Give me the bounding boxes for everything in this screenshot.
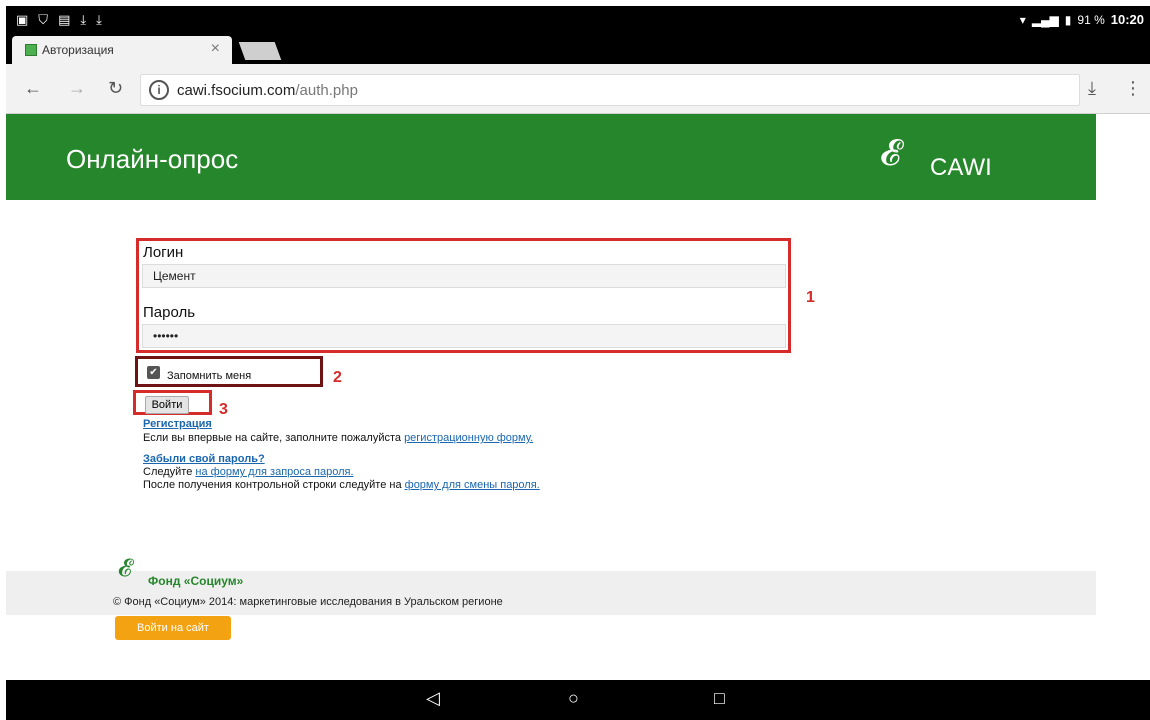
image-icon: ▤	[58, 12, 71, 27]
favicon-icon	[25, 44, 37, 56]
tab-title: Авторизация	[42, 43, 114, 57]
address-bar[interactable]: i cawi.fsocium.com/auth.php	[140, 74, 1080, 106]
annotation-number-2: 2	[333, 369, 342, 386]
navigation-bar: ◁ ○ □	[6, 680, 1150, 720]
annotation-number-3: 3	[219, 401, 228, 418]
info-icon[interactable]: i	[149, 80, 169, 100]
password-change-link[interactable]: форму для смены пароля.	[405, 479, 540, 491]
url-text[interactable]: cawi.fsocium.com/auth.php	[177, 82, 358, 99]
org-name: Фонд «Социум»	[148, 574, 244, 588]
after-text: После получения контрольной строки следу…	[143, 479, 540, 491]
login-button[interactable]: Войти	[145, 396, 189, 414]
new-tab-button[interactable]	[238, 42, 282, 60]
url-path: /auth.php	[295, 82, 358, 99]
after-text-main: После получения контрольной строки следу…	[143, 479, 402, 491]
site-footer: 𝓔 Фонд «Социум» © Фонд «Социум» 2014: ма…	[6, 555, 1096, 615]
battery-icon: ▮	[1064, 12, 1072, 27]
menu-icon[interactable]: ⋮	[1124, 78, 1142, 99]
signal-icon: ▂▄▆	[1031, 12, 1059, 27]
login-label: Логин	[143, 244, 184, 261]
reload-icon[interactable]: ↻	[108, 78, 123, 99]
login-input[interactable]: Цемент	[142, 264, 786, 288]
annotation-box-2: ✔ Запомнить меня	[135, 356, 323, 387]
close-tab-icon[interactable]: ×	[211, 40, 220, 58]
clock: 10:20	[1110, 12, 1144, 27]
socium-logo: 𝓔 Фонд «Социум»	[118, 555, 243, 588]
download-icon: ⤓	[96, 12, 102, 27]
password-request-link[interactable]: на форму для запроса пароля.	[195, 466, 353, 478]
password-label: Пароль	[143, 304, 196, 321]
annotation-number-1: 1	[806, 289, 815, 306]
app-notification-icon: ▣	[16, 12, 29, 27]
registration-link[interactable]: Регистрация	[143, 418, 212, 430]
home-nav-icon[interactable]: ○	[568, 688, 579, 709]
back-arrow-icon[interactable]: ←	[24, 78, 42, 99]
back-nav-icon[interactable]: ◁	[426, 688, 440, 709]
registration-text-main: Если вы впервые на сайте, заполните пожа…	[143, 432, 401, 444]
remember-checkbox[interactable]: ✔	[147, 366, 160, 379]
recents-nav-icon[interactable]: □	[714, 688, 725, 709]
registration-form-link[interactable]: регистрационную форму.	[404, 432, 533, 444]
browser-tab[interactable]: Авторизация ×	[12, 36, 232, 64]
download-page-icon[interactable]: ⤓	[1088, 78, 1096, 99]
forgot-text-main: Следуйте	[143, 466, 193, 478]
password-input[interactable]: ••••••	[142, 324, 786, 348]
url-host: cawi.fsocium.com	[177, 82, 296, 99]
status-bar: ▣ ⛉ ▤ ⤓ ⤓ ▾ ▂▄▆ ▮ 91 % 10:20	[6, 6, 1150, 34]
logo-text: CAWI	[930, 154, 992, 181]
download-icon: ⤓	[80, 12, 87, 27]
eye-logo-icon: 𝓔	[118, 555, 132, 582]
forgot-text: Следуйте на форму для запроса пароля.	[143, 466, 354, 478]
battery-percent: 91 %	[1077, 12, 1105, 27]
enter-site-button[interactable]: Войти на сайт	[115, 616, 231, 640]
copyright-text: © Фонд «Социум» 2014: маркетинговые иссл…	[113, 596, 503, 608]
eye-logo-icon: 𝓔	[880, 132, 901, 173]
forward-arrow-icon[interactable]: →	[68, 78, 86, 99]
wifi-icon: ▾	[1019, 12, 1026, 27]
remember-label: Запомнить меня	[167, 370, 252, 382]
annotation-box-3: Войти	[133, 390, 212, 415]
forgot-password-link[interactable]: Забыли свой пароль?	[143, 453, 265, 465]
registration-text: Если вы впервые на сайте, заполните пожа…	[143, 432, 533, 444]
site-header: Онлайн-опрос 𝓔 CAWI	[6, 114, 1096, 200]
shield-icon: ⛉	[38, 12, 49, 27]
page-title: Онлайн-опрос	[66, 144, 239, 174]
